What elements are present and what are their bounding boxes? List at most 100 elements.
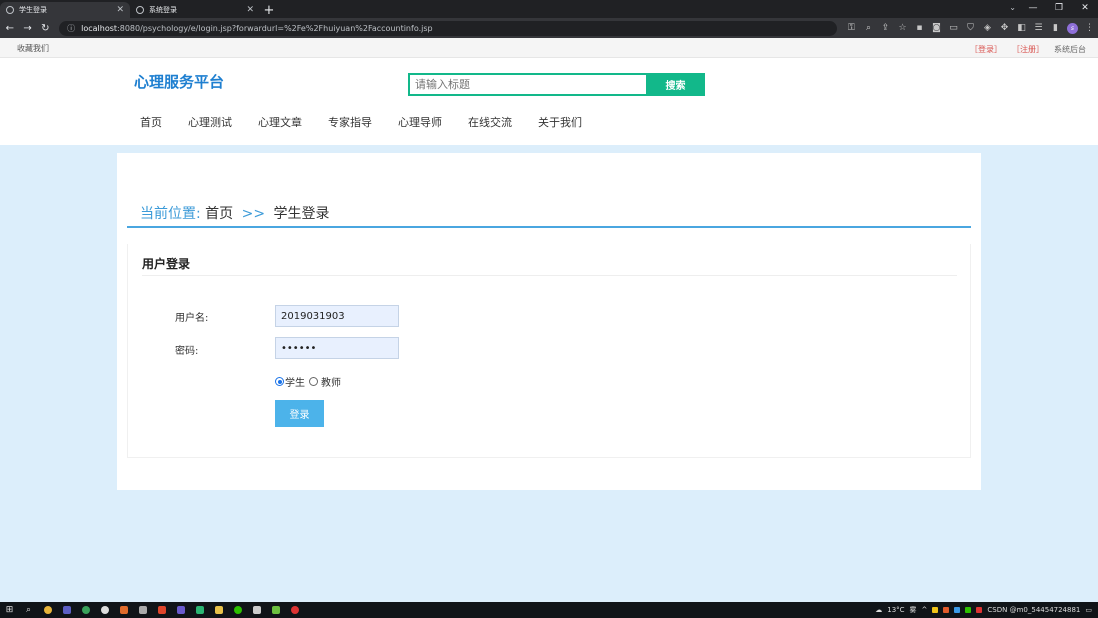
shield-icon[interactable]: ⛉ [962,23,979,33]
nav-item-online-chat[interactable]: 在线交流 [455,114,525,131]
register-link[interactable]: ［注册］ [1012,44,1044,55]
nav-item-articles[interactable]: 心理文章 [245,114,315,131]
star-icon[interactable]: ☆ [894,23,911,33]
login-button[interactable]: 登录 [275,400,324,427]
nav-item-home[interactable]: 首页 [127,114,175,131]
forward-icon[interactable]: → [20,23,36,34]
side-panel-icon[interactable]: ◧ [1013,23,1030,33]
browser-tab-student-login[interactable]: 学生登录 ✕ [0,2,130,18]
browser-tab-system-login[interactable]: 系统登录 ✕ [130,2,260,18]
reading-list-icon[interactable]: ☰ [1030,23,1047,33]
folder-icon[interactable] [209,602,228,618]
tray-app-icon[interactable] [976,607,983,613]
url-path: :8080/psychology/e/login.jsp?forwardurl=… [117,23,433,33]
back-icon[interactable]: ← [2,23,18,34]
app-icon[interactable] [152,602,171,618]
search-icon[interactable]: ⌕ [19,602,38,618]
admin-link[interactable]: 系统后台 [1054,44,1086,55]
main-content: 当前位置: 首页 >> 学生登录 用户登录 用户名: 2019031903 密码… [117,153,981,490]
windows-start-icon[interactable]: ⊞ [0,602,19,618]
info-icon[interactable]: ⓘ [67,23,75,34]
tray-app-icon[interactable] [965,607,972,613]
student-radio-label[interactable]: 学生 [285,374,305,389]
favorite-link[interactable]: 收藏我们 [17,43,49,54]
close-icon[interactable]: ✕ [246,5,254,15]
reload-icon[interactable]: ↻ [37,23,53,34]
globe-icon [6,6,14,14]
password-label: 密码: [175,346,199,357]
nav-item-about[interactable]: 关于我们 [525,114,595,131]
zoom-icon[interactable]: ⌕ [860,23,877,33]
puzzle-icon[interactable]: ✥ [996,23,1013,33]
chevron-down-icon[interactable]: ⌄ [1009,3,1016,12]
minimize-icon[interactable]: — [1020,0,1046,18]
breadcrumb-home[interactable]: 首页 [205,206,233,222]
tray-chevron-icon[interactable]: ^ [922,606,928,614]
site-header: 心理服务平台 搜索 首页 心理测试 心理文章 专家指导 心理导师 在线交流 关于… [0,58,1098,145]
restore-icon[interactable]: ❐ [1046,0,1072,18]
chrome-icon[interactable] [38,602,57,618]
tray-app-icon[interactable] [954,607,961,613]
app-icon[interactable] [285,602,304,618]
sidebar-icon[interactable]: ▮ [1047,23,1064,33]
app-icon[interactable] [266,602,285,618]
browser-toolbar: ← → ↻ ⓘ localhost:8080/psychology/e/logi… [0,18,1098,38]
tray-text: CSDN @m0_54454724881 [987,606,1081,614]
extension-icon[interactable]: ◈ [979,23,996,33]
new-tab-button[interactable]: + [260,2,278,18]
camera-icon[interactable]: ◙ [928,23,945,33]
nav-item-expert-guidance[interactable]: 专家指导 [315,114,385,131]
student-radio[interactable] [275,377,284,386]
tray-app-icon[interactable] [943,607,950,613]
main-nav: 首页 心理测试 心理文章 专家指导 心理导师 在线交流 关于我们 [127,114,595,131]
chat-icon[interactable]: ▪ [911,23,928,33]
app-icon[interactable] [95,602,114,618]
teacher-radio[interactable] [309,377,318,386]
app-icon[interactable] [171,602,190,618]
os-taskbar: ⊞ ⌕ ☁ 13°C 雾 ^ CSDN @m0_54454724881 ▭ [0,602,1098,618]
key-icon[interactable]: ⚿ [843,23,860,33]
tab-title: 系统登录 [149,6,177,14]
breadcrumb-prefix: 当前位置: [140,206,201,222]
search-input[interactable] [408,73,648,96]
weather-icon[interactable]: ☁ [875,606,882,614]
extension-card-icon[interactable]: ▭ [945,23,962,33]
close-icon[interactable]: ✕ [116,5,124,15]
nav-item-psych-test[interactable]: 心理测试 [175,114,245,131]
breadcrumb-current: 学生登录 [273,206,330,222]
app-icon[interactable] [114,602,133,618]
toolbar-icons: ⚿ ⌕ ⇪ ☆ ▪ ◙ ▭ ⛉ ◈ ✥ ◧ ☰ ▮ s ⋮ [843,22,1098,34]
browser-tab-strip: 学生登录 ✕ 系统登录 ✕ + ⌄ — ❐ ✕ [0,0,1098,18]
menu-icon[interactable]: ⋮ [1081,23,1098,33]
url-host: localhost [81,23,118,33]
notification-icon[interactable]: ▭ [1085,606,1092,614]
weather-temp: 13°C [887,606,905,614]
app-icon[interactable] [76,602,95,618]
wechat-icon[interactable] [228,602,247,618]
teacher-radio-label[interactable]: 教师 [321,374,341,389]
password-field[interactable]: •••••• [275,337,399,359]
nav-item-mentors[interactable]: 心理导师 [385,114,455,131]
globe-icon [136,6,144,14]
username-field[interactable]: 2019031903 [275,305,399,327]
role-selector: 学生 教师 [275,374,341,389]
close-window-icon[interactable]: ✕ [1072,0,1098,18]
app-icon[interactable] [190,602,209,618]
address-bar[interactable]: ⓘ localhost:8080/psychology/e/login.jsp?… [59,20,837,36]
profile-avatar[interactable]: s [1064,22,1081,34]
search-button[interactable]: 搜索 [646,73,705,96]
app-icon[interactable] [133,602,152,618]
share-icon[interactable]: ⇪ [877,23,894,33]
app-icon[interactable] [247,602,266,618]
tab-title: 学生登录 [19,6,47,14]
top-strip: 收藏我们 ［登录］ ［注册］ 系统后台 [0,38,1098,58]
panel-divider [142,275,957,276]
site-logo[interactable]: 心理服务平台 [134,71,224,92]
breadcrumb-divider [127,226,971,228]
window-controls: — ❐ ✕ [1020,0,1098,18]
ide-icon[interactable] [57,602,76,618]
login-link[interactable]: ［登录］ [970,44,1002,55]
username-label: 用户名: [175,313,209,324]
system-tray: ☁ 13°C 雾 ^ CSDN @m0_54454724881 ▭ [875,602,1092,618]
tray-app-icon[interactable] [932,607,939,613]
